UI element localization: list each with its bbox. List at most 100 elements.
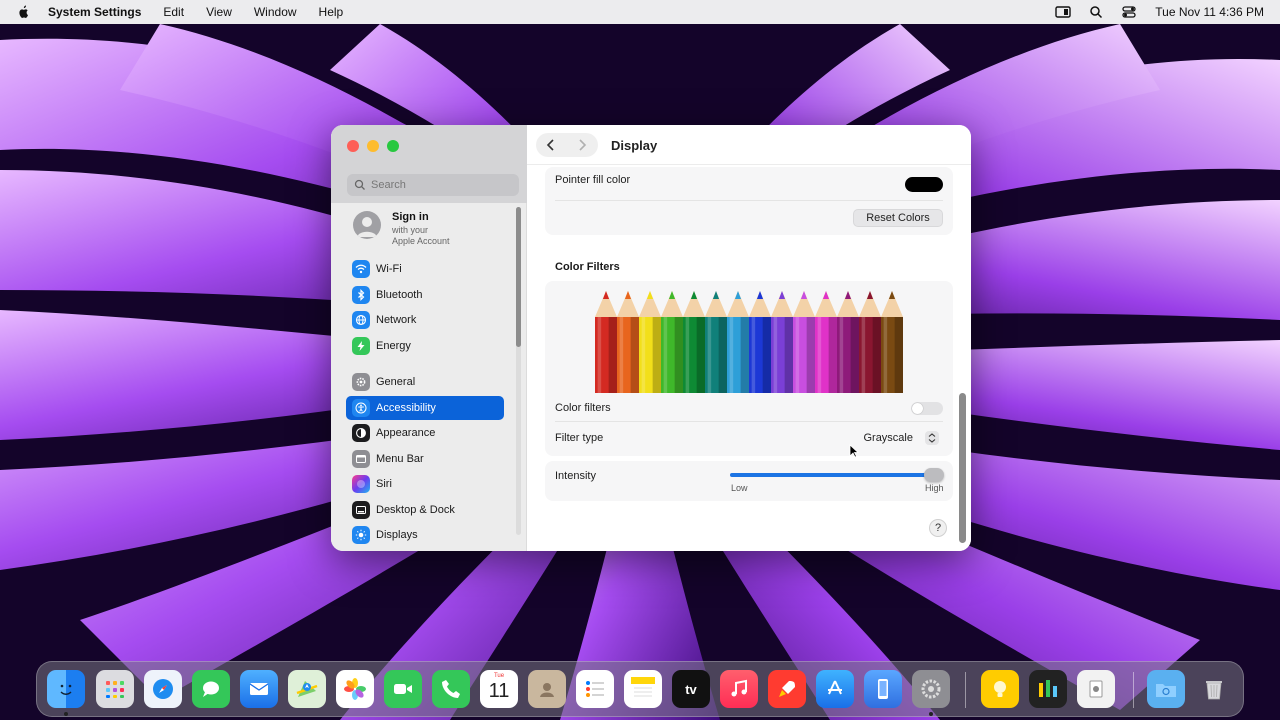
sidebar-item-label: General xyxy=(376,376,416,388)
contacts-icon[interactable] xyxy=(528,670,566,708)
search-icon[interactable] xyxy=(1088,5,1104,19)
menu-view[interactable]: View xyxy=(206,5,232,19)
sidebar-item-menu-bar[interactable]: Menu Bar xyxy=(346,447,504,471)
sidebar-item-accessibility[interactable]: Accessibility xyxy=(346,396,504,420)
sidebar-item-energy[interactable]: Energy xyxy=(346,334,504,358)
intensity-high-label: High xyxy=(925,483,944,493)
dock-separator xyxy=(1133,672,1134,708)
apple-account-signin[interactable]: Sign in with your Apple Account xyxy=(353,211,513,251)
sidebar-item-general[interactable]: General xyxy=(346,370,504,394)
search-field[interactable]: Search xyxy=(347,174,519,196)
notes-icon[interactable] xyxy=(624,670,662,708)
tv-label: tv xyxy=(685,681,697,697)
chart-app-icon[interactable] xyxy=(1029,670,1067,708)
pencil xyxy=(683,291,705,393)
color-pencils-image xyxy=(595,291,903,393)
launchpad-icon[interactable] xyxy=(96,670,134,708)
calendar-weekday: Tue xyxy=(493,673,505,679)
close-window-button[interactable] xyxy=(347,140,359,152)
display-mirror-icon[interactable] xyxy=(1055,5,1071,19)
siri-icon xyxy=(352,475,370,493)
sidebar-item-network[interactable]: Network xyxy=(346,308,504,332)
sidebar: Search Sign in with your Apple Account W… xyxy=(331,125,527,551)
sidebar-item-siri[interactable]: Siri xyxy=(346,472,504,496)
rocket-icon[interactable] xyxy=(768,670,806,708)
pencil xyxy=(749,291,771,393)
menu-edit[interactable]: Edit xyxy=(163,5,184,19)
preview-icon[interactable] xyxy=(1077,670,1115,708)
calendar-day-number: 11 xyxy=(488,680,510,702)
pencil xyxy=(639,291,661,393)
system-settings-window: Search Sign in with your Apple Account W… xyxy=(331,125,971,551)
appstore-icon[interactable] xyxy=(816,670,854,708)
control-center-icon[interactable] xyxy=(1121,5,1137,19)
intensity-slider-track[interactable] xyxy=(730,473,942,477)
zoom-window-button[interactable] xyxy=(387,140,399,152)
chevron-left-icon[interactable] xyxy=(543,137,559,153)
chevron-updown-icon[interactable] xyxy=(925,431,939,445)
pencil xyxy=(705,291,727,393)
photos-icon[interactable] xyxy=(336,670,374,708)
mouse-pointer-icon xyxy=(849,444,859,458)
sidebar-item-bluetooth[interactable]: Bluetooth xyxy=(346,283,504,307)
sidebar-item-label: Siri xyxy=(376,478,392,490)
content-scrollbar[interactable] xyxy=(959,393,966,543)
minimize-window-button[interactable] xyxy=(367,140,379,152)
divider xyxy=(555,421,943,422)
color-filters-toggle[interactable] xyxy=(911,402,943,415)
settings-icon[interactable] xyxy=(912,670,950,708)
reset-colors-button[interactable]: Reset Colors xyxy=(853,209,943,227)
sidebar-item-label: Displays xyxy=(376,529,418,541)
apple-logo-icon[interactable] xyxy=(16,5,30,19)
intensity-slider-knob[interactable] xyxy=(924,468,944,482)
sidebar-item-label: Desktop & Dock xyxy=(376,504,455,516)
pencil xyxy=(727,291,749,393)
running-indicator xyxy=(64,712,68,716)
sidebar-item-label: Appearance xyxy=(376,427,436,439)
bolt-icon xyxy=(352,337,370,355)
messages-icon[interactable] xyxy=(192,670,230,708)
pointer-fill-color-well[interactable] xyxy=(905,177,943,192)
chevron-right-icon[interactable] xyxy=(574,137,590,153)
phone-icon[interactable] xyxy=(432,670,470,708)
sidebar-scrollbar[interactable] xyxy=(516,207,521,347)
sidebar-item-displays[interactable]: Displays xyxy=(346,523,504,547)
sidebar-item-wifi[interactable]: Wi-Fi xyxy=(346,257,504,281)
calendar-icon[interactable]: Tue 11 xyxy=(480,670,518,708)
tips-icon[interactable] xyxy=(981,670,1019,708)
gear-icon xyxy=(352,373,370,391)
search-icon xyxy=(354,179,365,190)
color-filters-heading: Color Filters xyxy=(555,261,620,273)
menu-window[interactable]: Window xyxy=(254,5,297,19)
person-icon xyxy=(357,217,377,237)
mail-icon[interactable] xyxy=(240,670,278,708)
reminders-icon[interactable] xyxy=(576,670,614,708)
sidebar-item-desktop-dock[interactable]: Desktop & Dock xyxy=(346,498,504,522)
iphone-icon[interactable] xyxy=(864,670,902,708)
sidebar-item-appearance[interactable]: Appearance xyxy=(346,421,504,445)
pointer-fill-label: Pointer fill color xyxy=(555,174,631,186)
sidebar-item-label: Bluetooth xyxy=(376,289,423,301)
help-button[interactable]: ? xyxy=(929,519,947,537)
bluetooth-icon xyxy=(352,286,370,304)
page-title: Display xyxy=(611,138,658,153)
music-icon[interactable] xyxy=(720,670,758,708)
finder-icon[interactable] xyxy=(47,670,85,708)
pencil xyxy=(837,291,859,393)
menu-bar: System Settings Edit View Window Help Tu… xyxy=(0,0,1280,24)
tv-icon[interactable]: tv xyxy=(672,670,710,708)
pencil xyxy=(881,291,903,393)
dock-icon xyxy=(352,501,370,519)
search-placeholder: Search xyxy=(371,179,406,191)
safari-icon[interactable] xyxy=(144,670,182,708)
trash-icon[interactable] xyxy=(1195,670,1233,708)
filter-type-select[interactable]: Grayscale xyxy=(863,432,913,444)
globe-icon xyxy=(352,311,370,329)
account-subtitle-line1: with your xyxy=(392,225,429,235)
menu-clock[interactable]: Tue Nov 11 4:36 PM xyxy=(1155,5,1264,19)
facetime-icon[interactable] xyxy=(384,670,422,708)
folder-icon[interactable] xyxy=(1147,670,1185,708)
menu-help[interactable]: Help xyxy=(319,5,344,19)
menu-app-name[interactable]: System Settings xyxy=(48,5,141,19)
maps-icon[interactable] xyxy=(288,670,326,708)
